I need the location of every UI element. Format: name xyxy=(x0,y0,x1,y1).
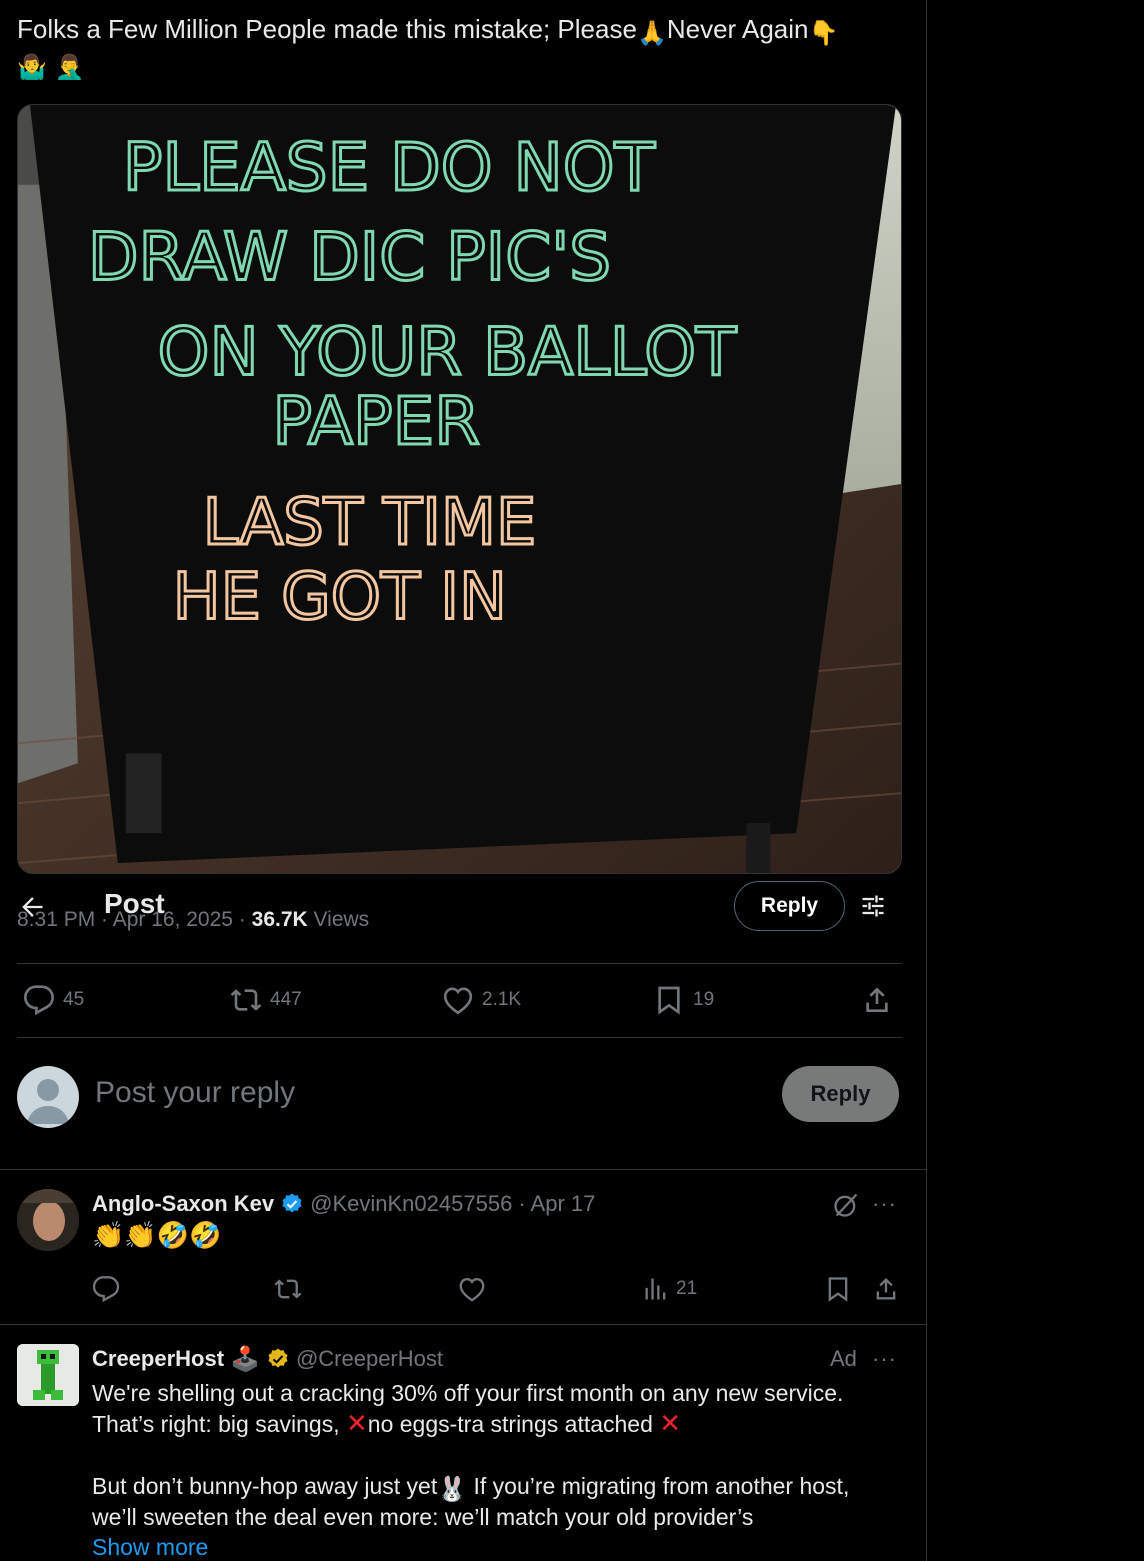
share-action[interactable] xyxy=(861,984,893,1016)
repost-count: 447 xyxy=(270,989,302,1010)
reply-action[interactable]: 45 xyxy=(23,984,84,1016)
user-handle[interactable]: @KevinKn02457556 xyxy=(310,1191,512,1217)
ad-text: We're shelling out a cracking 30% off yo… xyxy=(92,1378,902,1533)
reply-action-bar: 21 xyxy=(92,1275,902,1311)
user-handle[interactable]: @CreeperHost xyxy=(296,1346,443,1372)
composer-reply-button[interactable]: Reply xyxy=(782,1066,899,1122)
reply-text: 👏👏🤣🤣 xyxy=(92,1221,222,1251)
bookmark-count: 19 xyxy=(693,989,715,1010)
ad-line-2: That’s right: big savings, ✕no eggs-tra … xyxy=(92,1409,902,1440)
red-x-icon: ✕ xyxy=(659,1409,682,1439)
pray-emoji: 🙏 xyxy=(636,19,667,47)
tweet-text: Folks a Few Million People made this mis… xyxy=(17,12,897,80)
reply-icon xyxy=(92,1276,120,1303)
bookmark-icon xyxy=(658,986,680,1015)
sign-line-1: PLEASE DO NOT xyxy=(123,129,656,206)
sign-line-3: ON YOUR BALLOT xyxy=(158,313,737,390)
creeper-logo xyxy=(17,1344,79,1406)
sign-line-2: DRAW DIC PIC'S xyxy=(88,219,611,296)
sign-line-6: HE GOT IN xyxy=(173,561,507,635)
share-icon xyxy=(866,987,888,1012)
repost-icon xyxy=(274,1279,302,1299)
reply-icon xyxy=(23,985,55,1016)
like-action[interactable]: 2.1K xyxy=(442,984,521,1016)
ad-line-2b: no eggs-tra strings attached xyxy=(367,1411,660,1437)
view-count: 21 xyxy=(676,1278,698,1299)
ad-user-line: CreeperHost 🕹️ @CreeperHost xyxy=(92,1346,443,1372)
joystick-emoji: 🕹️ xyxy=(230,1345,260,1373)
user-name[interactable]: Anglo-Saxon Kev xyxy=(92,1191,274,1217)
ad-line-3a: But don’t bunny-hop away just yet xyxy=(92,1473,438,1499)
red-x-icon: ✕ xyxy=(345,1409,368,1439)
header-reply-button[interactable]: Reply xyxy=(734,881,845,931)
bookmark-action[interactable] xyxy=(824,1275,852,1303)
show-more-link[interactable]: Show more xyxy=(92,1534,208,1561)
divider xyxy=(17,1037,902,1038)
ad-line-1: We're shelling out a cracking 30% off yo… xyxy=(92,1380,844,1406)
ad-line-3: But don’t bunny-hop away just yet🐰 If yo… xyxy=(92,1471,902,1502)
like-count: 2.1K xyxy=(482,989,522,1010)
divider xyxy=(17,963,902,964)
default-avatar-icon xyxy=(27,1079,69,1124)
avatar[interactable] xyxy=(17,1066,79,1128)
like-action[interactable] xyxy=(458,1275,486,1303)
point-down-emoji: 👇 xyxy=(808,19,839,47)
reply-composer: Post your reply Reply xyxy=(0,1050,927,1170)
more-options-icon[interactable]: ··· xyxy=(872,1346,897,1372)
main-column: Folks a Few Million People made this mis… xyxy=(0,0,927,1561)
repost-action[interactable]: 447 xyxy=(230,984,302,1016)
sign-line-5: LAST TIME xyxy=(203,486,537,560)
sign-line-4: PAPER xyxy=(272,383,480,460)
user-name[interactable]: CreeperHost xyxy=(92,1346,224,1372)
ad-line-3b: If you’re migrating from another host, xyxy=(467,1473,850,1499)
heart-icon xyxy=(459,1278,485,1302)
bookmark-icon xyxy=(828,1277,848,1302)
grok-icon[interactable] xyxy=(832,1191,860,1219)
reply-date[interactable]: · Apr 17 xyxy=(518,1191,595,1217)
shrug-facepalm-emoji: 🤷‍♂️ 🤦‍♂️ xyxy=(17,53,85,81)
more-options-icon[interactable]: ··· xyxy=(872,1191,897,1217)
avatar[interactable] xyxy=(17,1189,79,1251)
share-action[interactable] xyxy=(872,1275,900,1303)
ad-line-4: we’ll sweeten the deal even more: we’ll … xyxy=(92,1504,754,1530)
analytics-icon xyxy=(645,1278,666,1300)
verified-badge-icon[interactable] xyxy=(280,1192,304,1216)
ad-line-2a: That’s right: big savings, xyxy=(92,1411,346,1437)
rabbit-emoji: 🐰 xyxy=(437,1475,468,1503)
tweet-image[interactable]: PLEASE DO NOT DRAW DIC PIC'S ON YOUR BAL… xyxy=(17,104,902,874)
tweet-text-part1: Folks a Few Million People made this mis… xyxy=(17,14,637,44)
user-photo xyxy=(17,1189,79,1251)
reply-user-line: Anglo-Saxon Kev @KevinKn02457556 · Apr 1… xyxy=(92,1191,595,1217)
reply-action[interactable] xyxy=(92,1275,120,1303)
post-action-bar: 45 447 2.1K 19 xyxy=(17,966,902,1036)
views-action[interactable]: 21 xyxy=(642,1275,697,1303)
bookmark-action[interactable]: 19 xyxy=(653,984,714,1016)
reply-count: 45 xyxy=(63,989,85,1010)
heart-icon xyxy=(443,987,473,1015)
ad-label: Ad xyxy=(830,1346,857,1371)
repost-action[interactable] xyxy=(274,1275,302,1303)
avatar[interactable] xyxy=(17,1344,79,1406)
page-title: Post xyxy=(104,888,165,919)
ad-tweet[interactable]: CreeperHost 🕹️ @CreeperHost Ad ··· We're… xyxy=(0,1326,927,1561)
tweet-text-part2: Never Again xyxy=(666,14,809,44)
reply-settings-icon[interactable] xyxy=(859,892,887,920)
repost-icon xyxy=(230,989,262,1011)
reply-input[interactable]: Post your reply xyxy=(95,1076,295,1110)
back-arrow-icon[interactable] xyxy=(18,893,46,921)
share-icon xyxy=(876,1278,896,1300)
post-header: Post Reply xyxy=(0,876,927,936)
verified-gold-badge-icon[interactable] xyxy=(266,1347,290,1371)
reply-tweet[interactable]: Anglo-Saxon Kev @KevinKn02457556 · Apr 1… xyxy=(0,1171,927,1325)
chalkboard-photo: PLEASE DO NOT DRAW DIC PIC'S ON YOUR BAL… xyxy=(18,105,901,873)
